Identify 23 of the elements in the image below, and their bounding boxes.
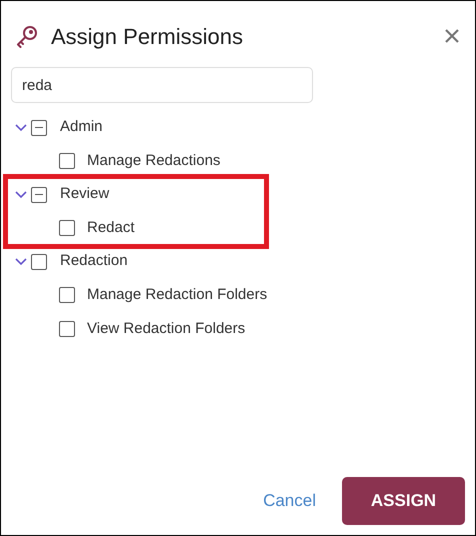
chevron-down-icon[interactable]: [15, 124, 27, 132]
checkbox[interactable]: [59, 220, 75, 236]
checkbox[interactable]: [31, 186, 47, 202]
tree-item-label: View Redaction Folders: [87, 318, 246, 339]
checkbox[interactable]: [31, 254, 47, 270]
dialog-title: Assign Permissions: [51, 22, 243, 51]
tree-item-label: Redact: [87, 218, 135, 238]
checkbox[interactable]: [31, 120, 47, 136]
tree-item-label: Redaction: [60, 251, 128, 272]
search-field[interactable]: reda: [11, 67, 313, 103]
checkbox[interactable]: [59, 321, 75, 337]
close-icon[interactable]: [445, 29, 459, 43]
tree-item-label: Manage Redactions: [87, 150, 220, 171]
checkbox[interactable]: [59, 287, 75, 303]
tree-item-label: Review: [60, 184, 110, 204]
tree-item-label: Manage Redaction Folders: [87, 284, 268, 305]
chevron-down-icon[interactable]: [15, 190, 27, 198]
checkbox[interactable]: [59, 153, 75, 169]
chevron-down-icon[interactable]: [15, 258, 27, 266]
key-icon: [15, 24, 39, 48]
cancel-button[interactable]: Cancel: [263, 488, 316, 514]
assign-button[interactable]: ASSIGN: [342, 477, 465, 525]
tree-item-label: Admin: [60, 117, 103, 138]
